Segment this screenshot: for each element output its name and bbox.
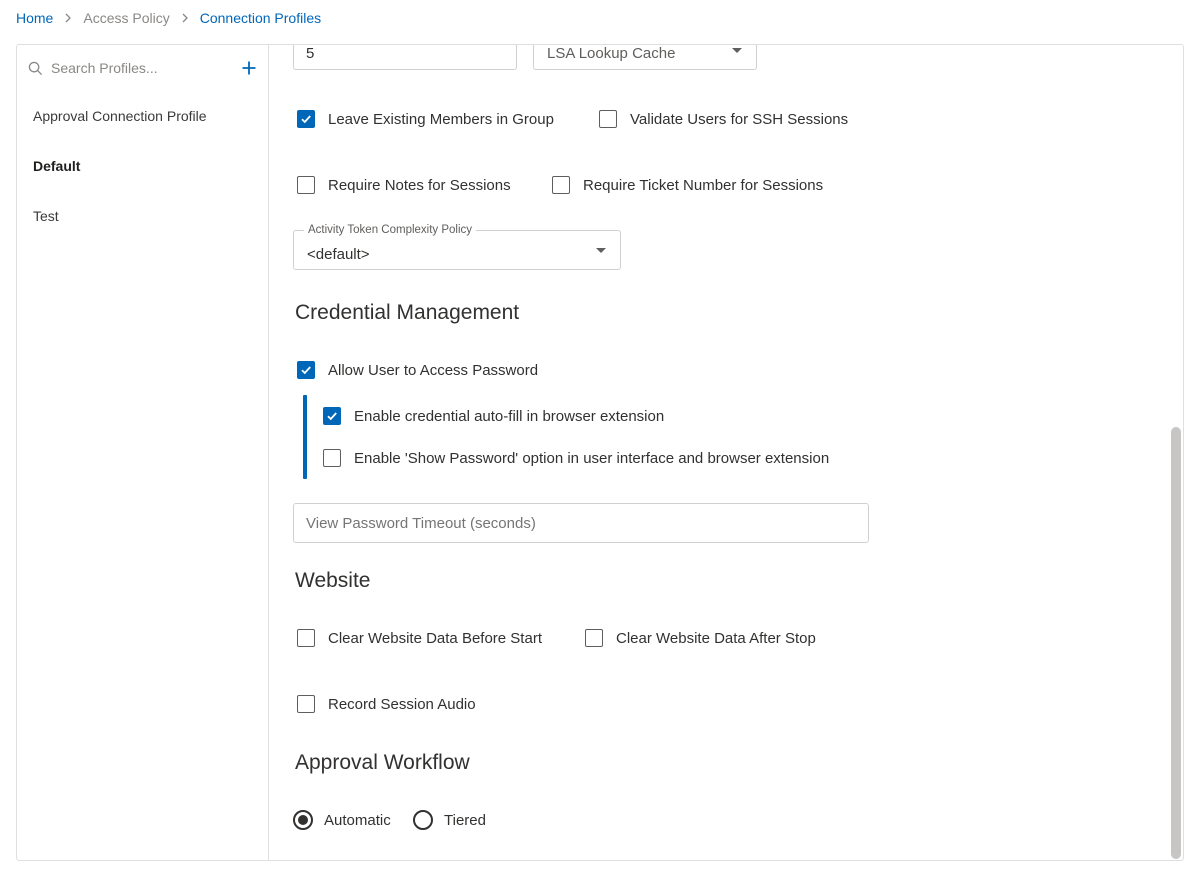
require-ticket-checkbox[interactable]: Require Ticket Number for Sessions [552,174,823,196]
activity-token-policy-select[interactable]: Activity Token Complexity Policy <defaul… [293,224,621,270]
checkbox-checked-icon [297,361,315,379]
checkbox-unchecked-icon [599,110,617,128]
approval-workflow-heading: Approval Workflow [295,751,470,774]
profile-item-approval[interactable]: Approval Connection Profile [17,91,268,141]
search-profiles-input[interactable] [51,60,231,76]
profile-detail-form: 5 LSA Lookup Cache Leave Existing Member… [269,45,1169,860]
clear-data-after-stop-checkbox[interactable]: Clear Website Data After Stop [585,627,816,649]
allow-access-password-checkbox[interactable]: Allow User to Access Password [297,359,538,381]
checkbox-checked-icon [297,110,315,128]
credential-management-heading: Credential Management [295,301,520,324]
activity-token-policy-label: Activity Token Complexity Policy [304,224,477,236]
checkbox-unchecked-icon [323,449,341,467]
profile-search [27,57,259,79]
checkbox-checked-icon [323,407,341,425]
validate-ssh-label: Validate Users for SSH Sessions [630,110,849,128]
lsa-lookup-cache-select[interactable]: LSA Lookup Cache [533,45,757,70]
profile-list: Approval Connection Profile Default Test [17,91,268,241]
checkbox-unchecked-icon [585,629,603,647]
profile-item-test[interactable]: Test [17,191,268,241]
profiles-sidebar: Approval Connection Profile Default Test [17,45,269,860]
checkbox-unchecked-icon [297,176,315,194]
show-password-checkbox[interactable]: Enable 'Show Password' option in user in… [323,447,829,469]
nested-options-indicator [303,395,307,479]
require-notes-label: Require Notes for Sessions [328,176,511,194]
record-session-audio-checkbox[interactable]: Record Session Audio [297,693,476,715]
clear-data-before-start-label: Clear Website Data Before Start [328,629,542,647]
radio-selected-icon [293,810,313,830]
validate-ssh-checkbox[interactable]: Validate Users for SSH Sessions [599,108,848,130]
radio-tiered-label: Tiered [444,811,486,829]
view-password-timeout-input[interactable] [293,503,869,543]
radio-tiered[interactable]: Tiered [413,809,486,831]
lsa-lookup-cache-label: LSA Lookup Cache [547,45,676,62]
number-field[interactable]: 5 [293,45,517,70]
credential-autofill-checkbox[interactable]: Enable credential auto-fill in browser e… [323,405,664,427]
require-ticket-label: Require Ticket Number for Sessions [583,176,824,194]
radio-automatic-label: Automatic [324,811,391,829]
caret-down-icon [732,48,742,53]
clear-data-after-stop-label: Clear Website Data After Stop [616,629,816,647]
number-field-value: 5 [306,45,315,62]
allow-access-password-label: Allow User to Access Password [328,361,539,379]
checkbox-unchecked-icon [297,695,315,713]
breadcrumb-access-policy[interactable]: Access Policy [83,10,169,26]
plus-icon [242,61,256,75]
radio-automatic[interactable]: Automatic [293,809,391,831]
add-profile-button[interactable] [239,58,259,78]
clear-data-before-start-checkbox[interactable]: Clear Website Data Before Start [297,627,542,649]
require-notes-checkbox[interactable]: Require Notes for Sessions [297,174,511,196]
caret-down-icon [596,248,606,253]
breadcrumb-home[interactable]: Home [16,10,53,26]
radio-unselected-icon [413,810,433,830]
chevron-right-icon [63,13,73,23]
leave-existing-members-label: Leave Existing Members in Group [328,110,554,128]
leave-existing-members-checkbox[interactable]: Leave Existing Members in Group [297,108,554,130]
breadcrumb-connection-profiles[interactable]: Connection Profiles [200,10,321,26]
scrollbar-thumb[interactable] [1171,427,1181,859]
record-session-audio-label: Record Session Audio [328,695,476,713]
checkbox-unchecked-icon [297,629,315,647]
chevron-right-icon [180,13,190,23]
credential-autofill-label: Enable credential auto-fill in browser e… [354,407,665,425]
show-password-label: Enable 'Show Password' option in user in… [354,449,830,467]
profile-item-default[interactable]: Default [17,141,268,191]
breadcrumb: Home Access Policy Connection Profiles [16,9,321,27]
connection-profiles-panel: Approval Connection Profile Default Test… [16,44,1184,861]
checkbox-unchecked-icon [552,176,570,194]
search-icon [27,60,43,76]
website-heading: Website [295,569,371,592]
activity-token-policy-value: <default> [307,245,370,263]
